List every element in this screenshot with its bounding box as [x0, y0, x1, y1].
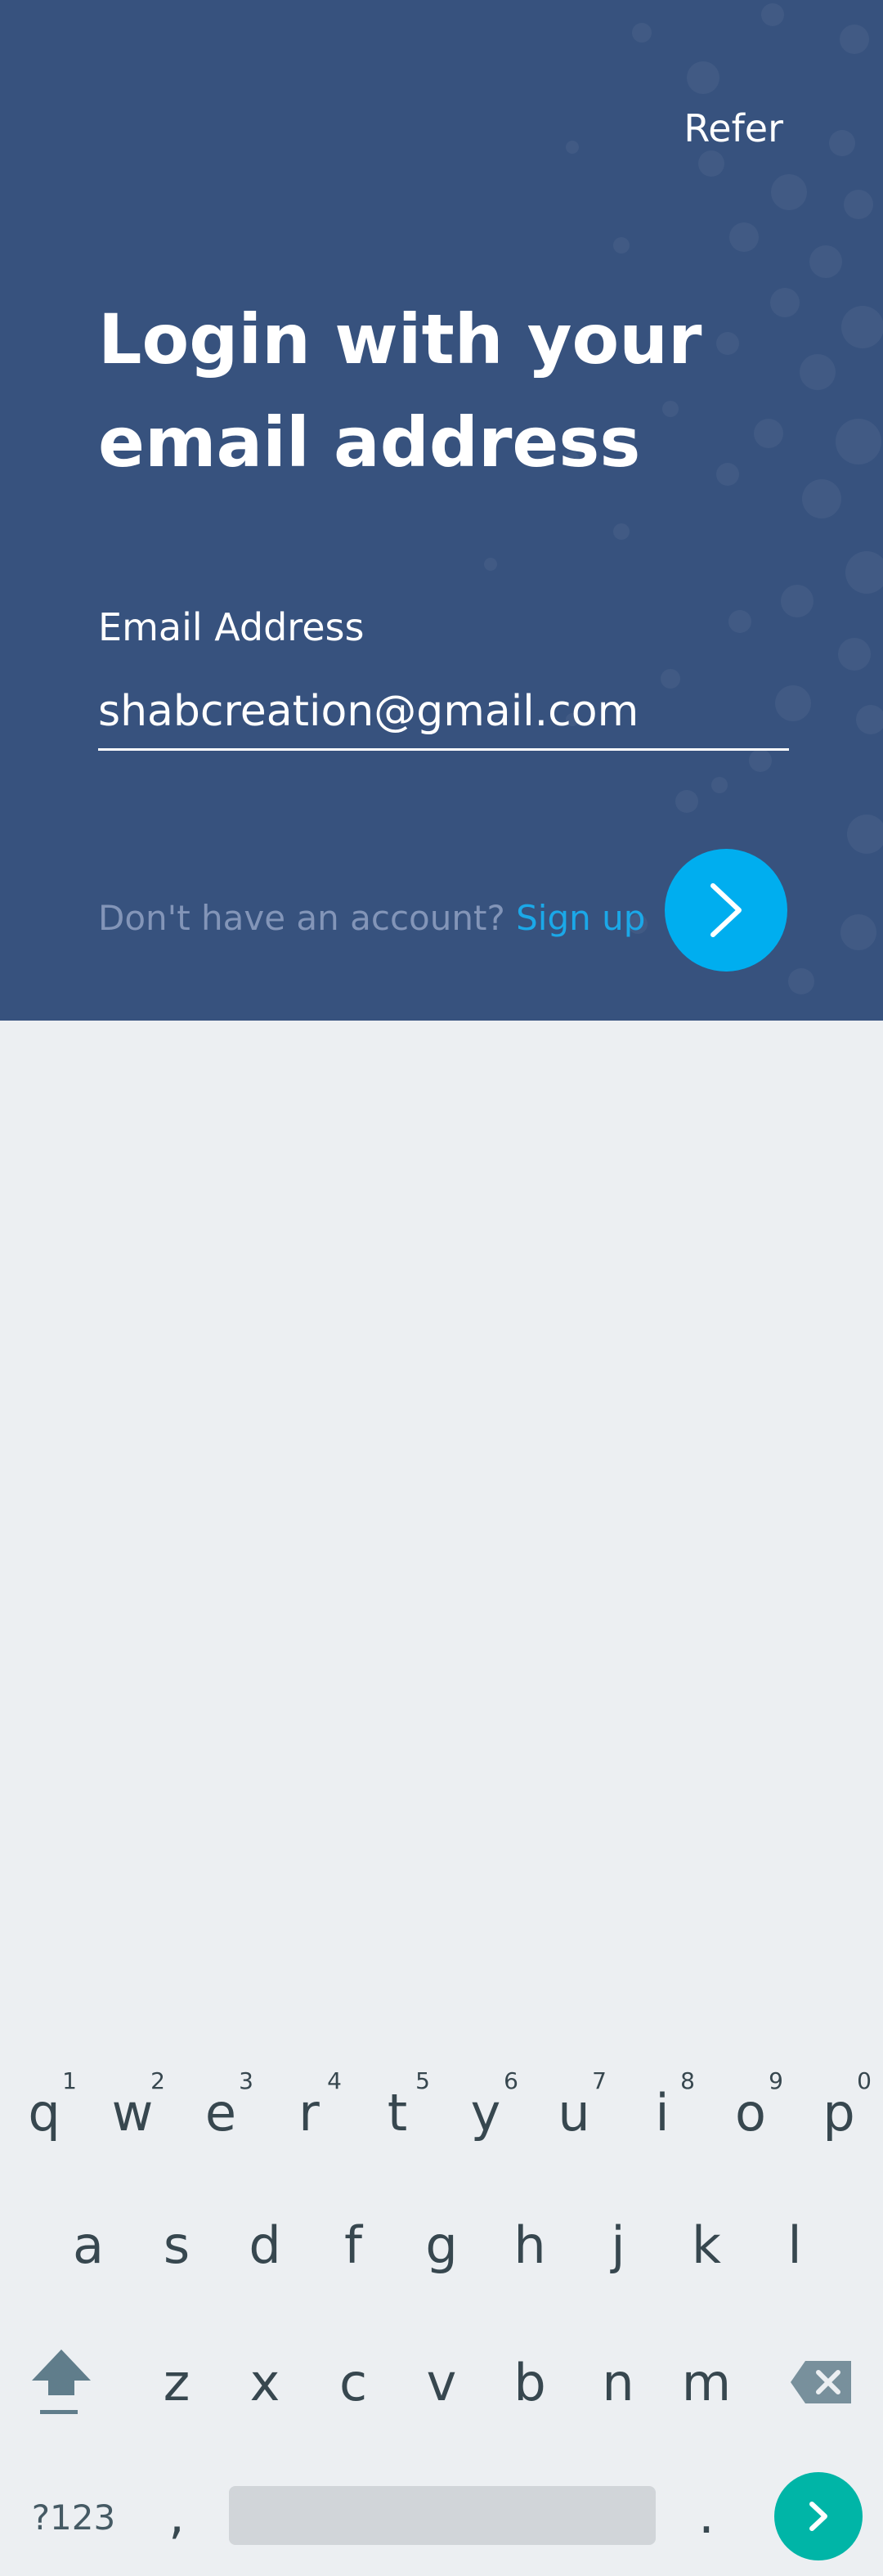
key-r[interactable]: r4: [265, 2051, 353, 2174]
key-f[interactable]: f: [309, 2183, 397, 2306]
key-c[interactable]: c: [309, 2321, 397, 2444]
key-s[interactable]: s: [132, 2183, 221, 2306]
email-field-label: Email Address: [98, 605, 365, 649]
key-hint: 2: [150, 2067, 165, 2094]
key-hint: 6: [504, 2067, 518, 2094]
key-hint: 5: [415, 2067, 430, 2094]
key-b[interactable]: b: [486, 2321, 574, 2444]
key-q[interactable]: q1: [0, 2051, 88, 2174]
enter-key[interactable]: [774, 2472, 863, 2560]
signup-prompt: Don't have an account?: [98, 898, 505, 938]
key-z[interactable]: z: [132, 2321, 221, 2444]
key-v[interactable]: v: [397, 2321, 486, 2444]
key-hint: 0: [857, 2067, 872, 2094]
key-hint: 1: [62, 2067, 77, 2094]
key-y[interactable]: y6: [441, 2051, 530, 2174]
comma-key[interactable]: ,: [132, 2453, 221, 2576]
key-d[interactable]: d: [221, 2183, 309, 2306]
key-hint: 4: [327, 2067, 342, 2094]
key-hint: 9: [769, 2067, 783, 2094]
key-m[interactable]: m: [662, 2321, 751, 2444]
key-x[interactable]: x: [221, 2321, 309, 2444]
key-u[interactable]: u7: [530, 2051, 618, 2174]
key-h[interactable]: h: [486, 2183, 574, 2306]
period-key[interactable]: .: [662, 2453, 751, 2576]
key-hint: 3: [239, 2067, 253, 2094]
keyboard: q1 w2 e3 r4 t5 y6 u7 i8 o9 p0 a s d f g …: [0, 1021, 883, 2560]
key-i[interactable]: i8: [618, 2051, 706, 2174]
key-k[interactable]: k: [662, 2183, 751, 2306]
refer-link[interactable]: Refer: [684, 106, 783, 150]
key-hint: 7: [592, 2067, 607, 2094]
chevron-right-icon: [710, 883, 742, 937]
key-t[interactable]: t5: [353, 2051, 441, 2174]
email-field[interactable]: [98, 675, 789, 751]
key-a[interactable]: a: [44, 2183, 132, 2306]
shift-key[interactable]: [16, 2321, 106, 2444]
shift-arrow-icon: [32, 2349, 91, 2414]
key-p[interactable]: p0: [795, 2051, 883, 2174]
space-key[interactable]: [229, 2486, 656, 2545]
signup-link[interactable]: Sign up: [516, 898, 645, 938]
symbols-key[interactable]: ?123: [16, 2484, 131, 2550]
backspace-icon: [791, 2361, 851, 2403]
next-button[interactable]: [665, 849, 787, 972]
key-l[interactable]: l: [751, 2183, 839, 2306]
key-o[interactable]: o9: [706, 2051, 795, 2174]
login-panel: Refer Login with your email address Emai…: [0, 0, 883, 1021]
chevron-right-icon: [809, 2502, 827, 2531]
backspace-key[interactable]: [777, 2321, 867, 2444]
key-w[interactable]: w2: [88, 2051, 177, 2174]
page-title: Login with your email address: [98, 299, 702, 482]
key-g[interactable]: g: [397, 2183, 486, 2306]
key-n[interactable]: n: [574, 2321, 662, 2444]
key-j[interactable]: j: [574, 2183, 662, 2306]
key-hint: 8: [680, 2067, 695, 2094]
key-e[interactable]: e3: [177, 2051, 265, 2174]
signup-row: Don't have an account? Sign up: [98, 898, 645, 938]
